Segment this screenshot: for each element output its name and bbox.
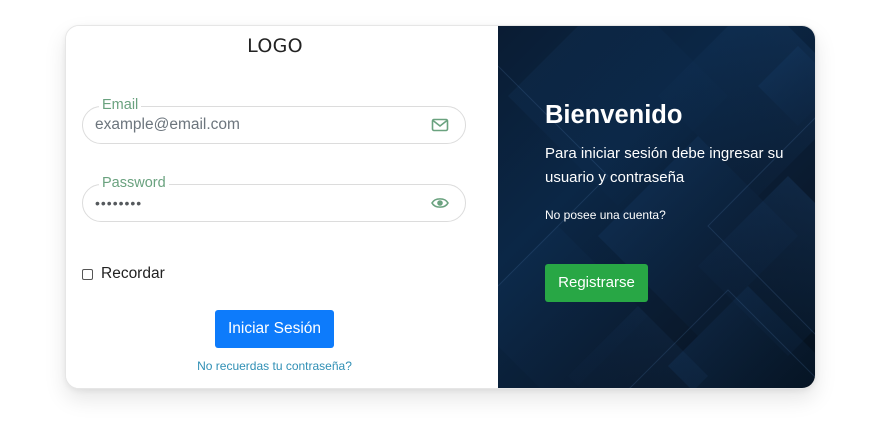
password-field[interactable]: Password •••••••• bbox=[82, 174, 466, 222]
login-button[interactable]: Iniciar Sesión bbox=[215, 310, 334, 348]
login-panel: LOGO Email example@email.com Password ••… bbox=[66, 26, 498, 388]
diamond-pattern-background bbox=[498, 26, 815, 388]
remember-checkbox[interactable] bbox=[82, 268, 93, 280]
email-input[interactable]: example@email.com bbox=[95, 107, 240, 143]
welcome-panel: Bienvenido Para iniciar sesión debe ingr… bbox=[498, 26, 815, 388]
logo: LOGO bbox=[247, 35, 303, 57]
register-button[interactable]: Registrarse bbox=[545, 264, 648, 302]
password-input[interactable]: •••••••• bbox=[95, 185, 142, 221]
eye-icon[interactable] bbox=[431, 194, 449, 212]
welcome-instructions: Para iniciar sesión debe ingresar su usu… bbox=[545, 145, 784, 186]
remember-label[interactable]: Recordar bbox=[101, 265, 165, 283]
no-account-text: No posee una cuenta? bbox=[545, 208, 666, 222]
email-field[interactable]: Email example@email.com bbox=[82, 96, 466, 144]
login-card: LOGO Email example@email.com Password ••… bbox=[65, 25, 816, 389]
remember-row: Recordar bbox=[82, 264, 165, 284]
forgot-password-link[interactable]: No recuerdas tu contraseña? bbox=[66, 359, 483, 373]
envelope-icon bbox=[431, 118, 449, 132]
welcome-title: Bienvenido bbox=[545, 101, 683, 129]
